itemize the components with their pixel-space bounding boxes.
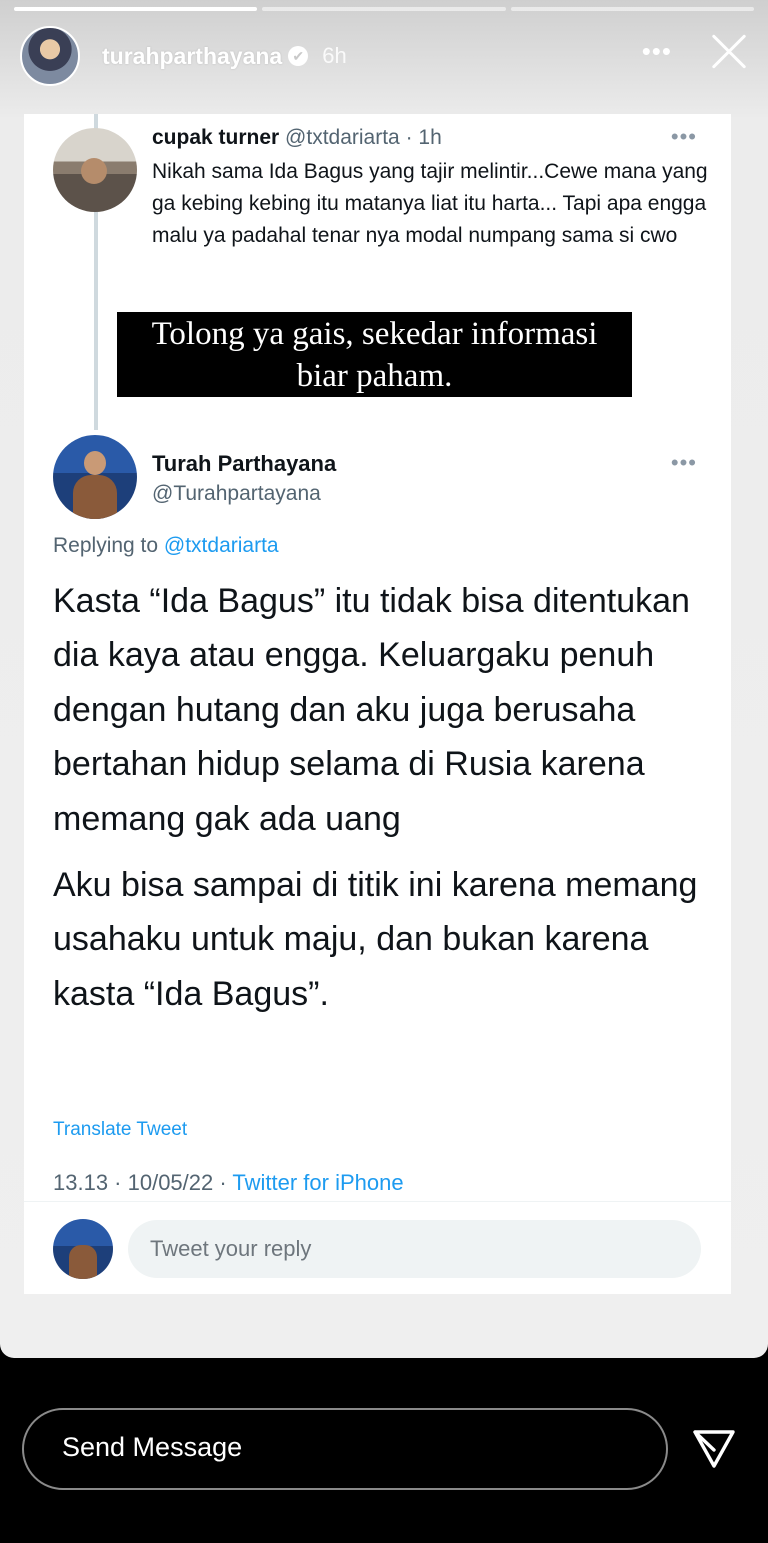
story-frame: turahparthayana ✔ 6h ••• cupak turner @t… [0,0,768,1358]
more-options-icon[interactable]: ••• [642,36,672,67]
tweet-paragraph: Kasta “Ida Bagus” itu tidak bisa ditentu… [53,582,690,838]
close-icon[interactable] [708,32,748,72]
tweet-timestamp[interactable]: 13.13 · 10/05/22 · [53,1170,232,1195]
send-icon[interactable] [690,1424,738,1472]
quoted-tweet-handle[interactable]: @txtdariarta [285,126,400,149]
tweet-metadata: 13.13 · 10/05/22 · Twitter for iPhone [53,1170,404,1196]
progress-segment [14,7,258,11]
quoted-tweet-header: cupak turner @txtdariarta · 1h [152,126,442,150]
tweet-source-link[interactable]: Twitter for iPhone [232,1170,403,1195]
quoted-tweet-time: · 1h [405,126,442,149]
tweet-paragraph: Aku bisa sampai di titik ini karena mema… [53,866,698,1013]
quoted-tweet-text: Nikah sama Ida Bagus yang tajir melintir… [152,160,708,247]
divider [24,1201,731,1202]
translate-tweet-link[interactable]: Translate Tweet [53,1119,187,1141]
main-tweet-more-icon[interactable]: ••• [671,450,697,476]
quoted-tweet-author-name[interactable]: cupak turner [152,126,279,149]
reply-avatar [53,1219,113,1279]
story-caption-overlay: Tolong ya gais, sekedar informasi biar p… [117,312,632,397]
progress-segment [262,7,506,11]
main-tweet-author-name[interactable]: Turah Parthayana [152,451,336,477]
verified-badge-icon: ✔ [288,46,309,66]
send-message-placeholder: Send Message [62,1432,243,1462]
tweet-screenshot-card: cupak turner @txtdariarta · 1h ••• Nikah… [24,114,731,1294]
story-time: 6h [322,43,347,68]
main-tweet-handle[interactable]: @Turahpartayana [152,482,321,506]
story-avatar[interactable] [20,26,80,86]
progress-segment [510,7,754,11]
story-header: turahparthayana ✔ 6h ••• [20,24,752,88]
tweet-reply-input[interactable] [128,1220,701,1278]
replying-mention-link[interactable]: @txtdariarta [164,534,279,557]
quoted-tweet-more-icon[interactable]: ••• [671,124,697,150]
send-message-input[interactable]: Send Message [22,1408,668,1490]
story-username[interactable]: turahparthayana [102,43,282,70]
story-progress-bar [14,7,754,11]
replying-to-label: Replying to @txtdariarta [53,534,279,558]
main-tweet-avatar[interactable] [53,435,137,519]
caption-line: Tolong ya gais, sekedar informasi [151,316,598,352]
main-tweet-text: Kasta “Ida Bagus” itu tidak bisa ditentu… [53,574,713,1021]
quoted-tweet-avatar[interactable] [53,128,137,212]
replying-prefix: Replying to [53,534,164,557]
caption-line: biar paham. [296,358,453,394]
